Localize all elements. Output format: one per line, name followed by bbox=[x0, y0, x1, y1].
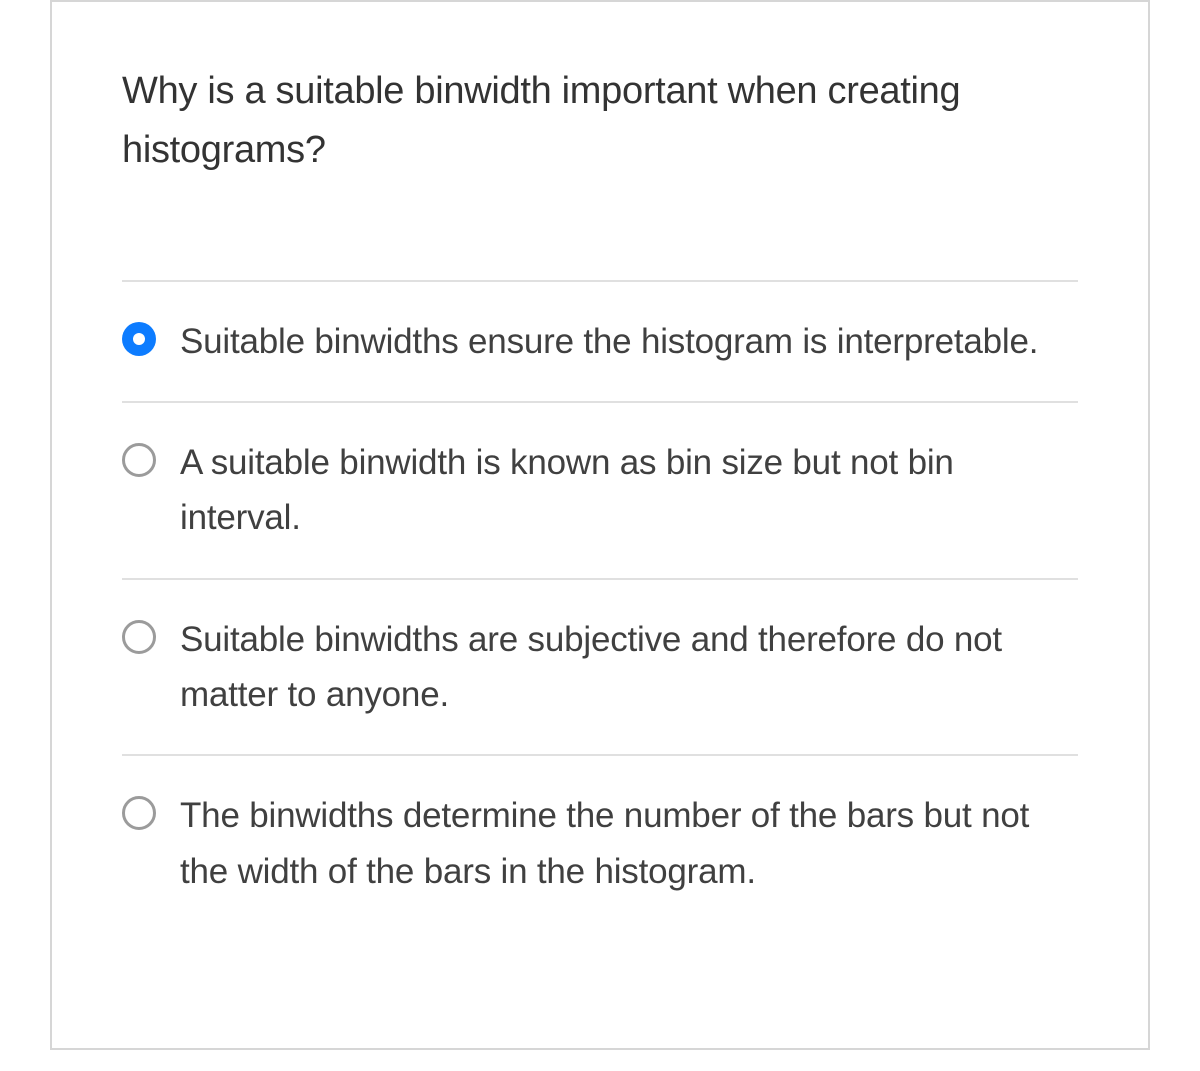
radio-button-0[interactable] bbox=[122, 322, 156, 356]
option-label-2: Suitable binwidths are subjective and th… bbox=[180, 612, 1078, 723]
radio-button-2[interactable] bbox=[122, 620, 156, 654]
radio-unselected-icon bbox=[122, 620, 156, 654]
option-label-3: The binwidths determine the number of th… bbox=[180, 788, 1078, 899]
option-2[interactable]: Suitable binwidths are subjective and th… bbox=[122, 578, 1078, 755]
question-card: Why is a suitable binwidth important whe… bbox=[50, 0, 1150, 1050]
radio-button-3[interactable] bbox=[122, 796, 156, 830]
radio-unselected-icon bbox=[122, 796, 156, 830]
option-1[interactable]: A suitable binwidth is known as bin size… bbox=[122, 401, 1078, 578]
option-3[interactable]: The binwidths determine the number of th… bbox=[122, 754, 1078, 909]
question-prompt: Why is a suitable binwidth important whe… bbox=[122, 62, 1078, 180]
radio-button-1[interactable] bbox=[122, 443, 156, 477]
radio-selected-icon bbox=[122, 322, 156, 356]
options-list: Suitable binwidths ensure the histogram … bbox=[122, 280, 1078, 909]
option-label-0: Suitable binwidths ensure the histogram … bbox=[180, 314, 1038, 369]
option-0[interactable]: Suitable binwidths ensure the histogram … bbox=[122, 280, 1078, 401]
option-label-1: A suitable binwidth is known as bin size… bbox=[180, 435, 1078, 546]
radio-unselected-icon bbox=[122, 443, 156, 477]
